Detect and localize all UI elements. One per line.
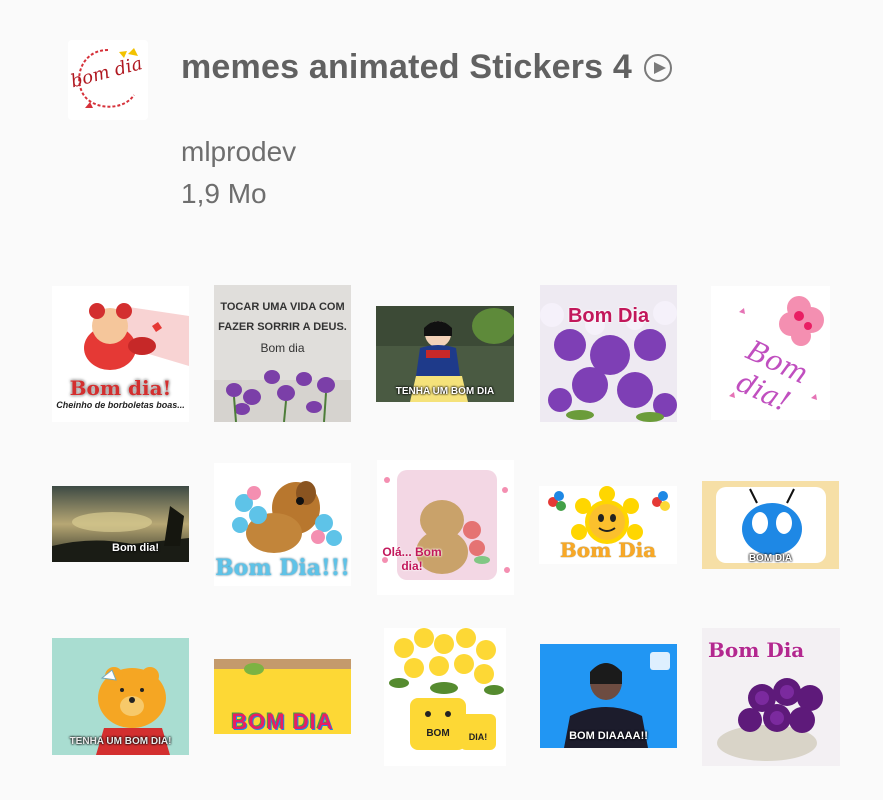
sticker-caption: Olá... Bom dia! <box>382 545 442 573</box>
sticker-item[interactable]: TENHA UM BOM DIA! <box>52 638 189 755</box>
sticker-item[interactable]: BOM DIA! <box>384 628 506 766</box>
sticker-item[interactable]: Bom dia! <box>711 286 830 420</box>
sticker-image <box>377 460 514 595</box>
sticker-caption: Bom dia! <box>69 376 172 400</box>
sticker-item[interactable]: TOCAR UMA VIDA COM FAZER SORRIR A DEUS. … <box>214 285 351 422</box>
sticker-item[interactable]: Bom Dia <box>539 486 677 564</box>
sticker-item[interactable]: Bom Dia <box>540 285 677 422</box>
sticker-caption: BOM <box>426 728 450 739</box>
sticker-caption: TENHA UM BOM DIA <box>395 386 495 397</box>
sticker-subcaption: FAZER SORRIR A DEUS. <box>218 321 347 333</box>
sticker-grid: Bom dia! Cheinho de borboletas boas... T… <box>0 0 883 800</box>
sticker-image <box>384 628 506 766</box>
sticker-caption: Bom Dia <box>559 538 657 562</box>
sticker-caption: Bom Dia <box>567 305 650 327</box>
sticker-subcaption: Cheinho de borboletas boas... <box>56 400 185 410</box>
sticker-subcaption: DIA! <box>468 732 488 742</box>
sticker-caption: Bom Dia!!! <box>215 555 350 581</box>
sticker-caption: BOM DIA <box>231 709 334 734</box>
sticker-item[interactable]: TENHA UM BOM DIA <box>376 306 514 402</box>
sticker-item[interactable]: Bom dia! Cheinho de borboletas boas... <box>52 286 189 422</box>
sticker-item[interactable]: Bom Dia <box>702 628 840 766</box>
sticker-item[interactable]: Bom Dia!!! <box>214 463 351 586</box>
sticker-caption: TOCAR UMA VIDA COM <box>220 301 345 313</box>
sticker-caption: Bom dia! <box>112 542 160 554</box>
sticker-item[interactable]: BOM DIA <box>214 659 351 734</box>
sticker-item[interactable]: Olá... Bom dia! <box>377 460 514 595</box>
sticker-extra-caption: Bom dia <box>260 341 305 355</box>
sticker-item[interactable]: BOM DIA <box>702 481 839 569</box>
sticker-caption: BOM DIAAAA!! <box>569 730 648 742</box>
sticker-item[interactable]: Bom dia! <box>52 486 189 562</box>
sticker-item[interactable]: BOM DIAAAA!! <box>540 644 677 748</box>
sticker-caption: Bom Dia <box>708 638 805 662</box>
sticker-caption: TENHA UM BOM DIA! <box>69 736 172 747</box>
sticker-caption: BOM DIA <box>748 553 793 564</box>
